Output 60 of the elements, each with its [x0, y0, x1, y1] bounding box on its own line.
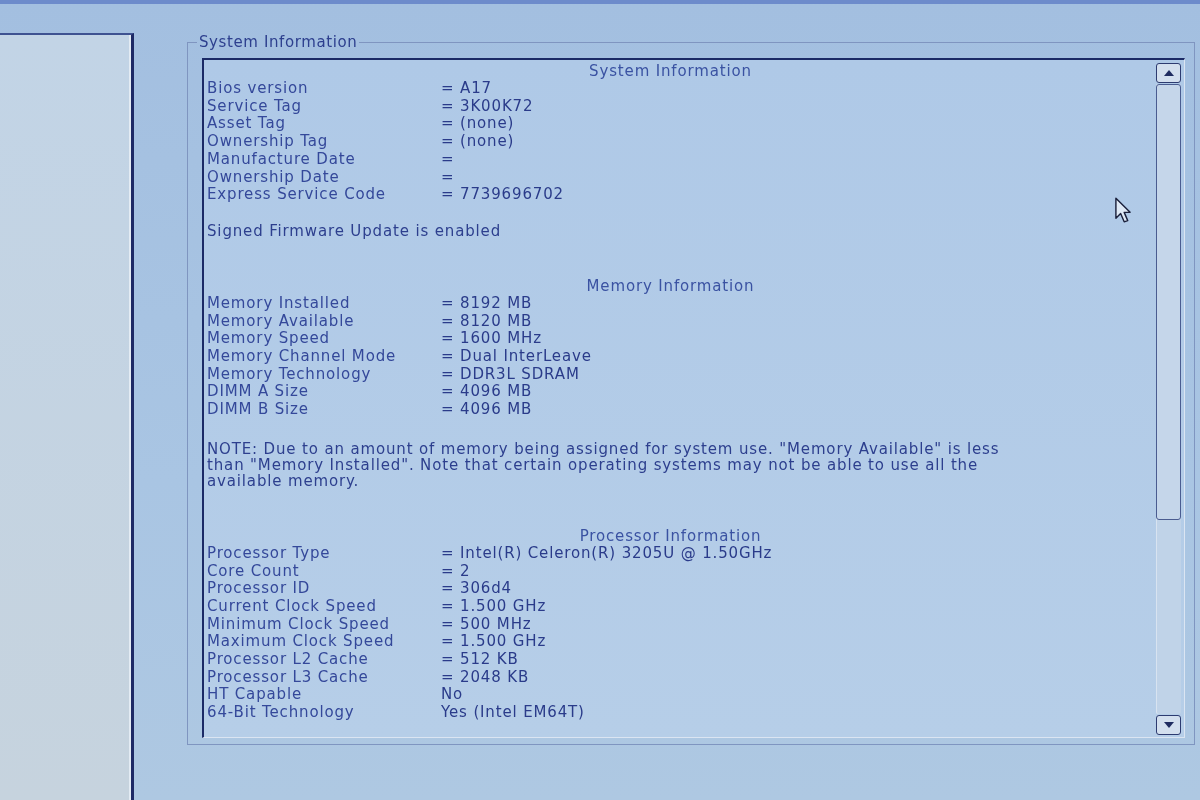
field-value: = DDR3L SDRAM: [441, 365, 580, 384]
scrollbar-thumb[interactable]: [1156, 84, 1181, 520]
field-value: = Intel(R) Celeron(R) 3205U @ 1.50GHz: [441, 544, 773, 563]
field-value: = 4096 MB: [441, 401, 533, 419]
scroll-up-button[interactable]: [1156, 63, 1181, 83]
field-value: Yes (Intel EM64T): [441, 704, 585, 722]
section-heading: System Information: [588, 62, 753, 80]
section-heading: Processor Information: [578, 526, 763, 545]
field-label: Service Tag: [207, 97, 303, 116]
field-value: = A17: [441, 80, 492, 98]
field-value: =: [441, 150, 455, 169]
section-heading: Memory Information: [585, 276, 756, 295]
field-label: HT Capable: [207, 686, 303, 705]
field-label: Processor L3 Cache: [207, 668, 370, 687]
down-triangle-icon: [1163, 722, 1174, 728]
field-value: No: [441, 686, 464, 705]
field-label: Memory Speed: [207, 330, 331, 349]
field-label: Processor Type: [207, 544, 332, 563]
field-label: Express Service Code: [207, 186, 387, 204]
field-value: = 4096 MB: [441, 383, 533, 402]
field-value: = 1600 MHz: [441, 330, 542, 349]
note-text: Signed Firmware Update is enabled: [207, 222, 502, 239]
field-label: Memory Channel Mode: [207, 348, 398, 366]
field-value: = 500 MHz: [441, 615, 532, 634]
field-label: Current Clock Speed: [207, 597, 378, 616]
field-label: Minimum Clock Speed: [207, 615, 391, 634]
field-value: =: [441, 168, 455, 187]
field-value: = 3K00K72: [441, 97, 534, 116]
field-value: = 2: [441, 562, 471, 581]
field-value: = (none): [441, 133, 515, 151]
field-label: 64-Bit Technology: [207, 704, 356, 722]
field-value: = 1.500 GHz: [441, 597, 547, 616]
field-label: Core Count: [207, 562, 301, 581]
mouse-pointer-icon: [1114, 197, 1132, 223]
field-label: DIMM B Size: [207, 401, 310, 419]
note-text: NOTE: Due to an amount of memory being assigned for system use. "Memory Available" is less than "Memory Installed". Note that certain operating systems may not be able to use all the available memory.: [207, 440, 1001, 489]
field-value: = 8120 MB: [441, 312, 533, 331]
field-label: Processor L2 Cache: [207, 651, 370, 669]
field-label: Ownership Date: [207, 168, 341, 187]
field-value: = 1.500 GHz: [441, 633, 547, 652]
field-label: Processor ID: [207, 580, 312, 598]
field-value: = 8192 MB: [441, 294, 533, 313]
field-label: Manufacture Date: [207, 150, 357, 169]
field-label: Memory Installed: [207, 294, 352, 313]
field-label: DIMM A Size: [207, 383, 310, 402]
field-value: = 7739696702: [441, 186, 564, 204]
field-value: = 306d4: [441, 580, 512, 598]
field-value: = (none): [441, 115, 515, 134]
group-title: System Information: [198, 33, 359, 51]
field-label: Memory Available: [207, 312, 356, 331]
field-value: = 2048 KB: [441, 668, 530, 687]
field-label: Memory Technology: [207, 365, 373, 384]
field-value: = Dual InterLeave: [441, 348, 592, 366]
field-value: = 512 KB: [441, 651, 519, 669]
scroll-down-button[interactable]: [1156, 715, 1181, 735]
field-label: Asset Tag: [207, 115, 287, 134]
field-label: Ownership Tag: [207, 133, 330, 151]
field-label: Bios version: [207, 80, 310, 98]
up-triangle-icon: [1163, 70, 1174, 76]
field-label: Maximum Clock Speed: [207, 633, 396, 652]
